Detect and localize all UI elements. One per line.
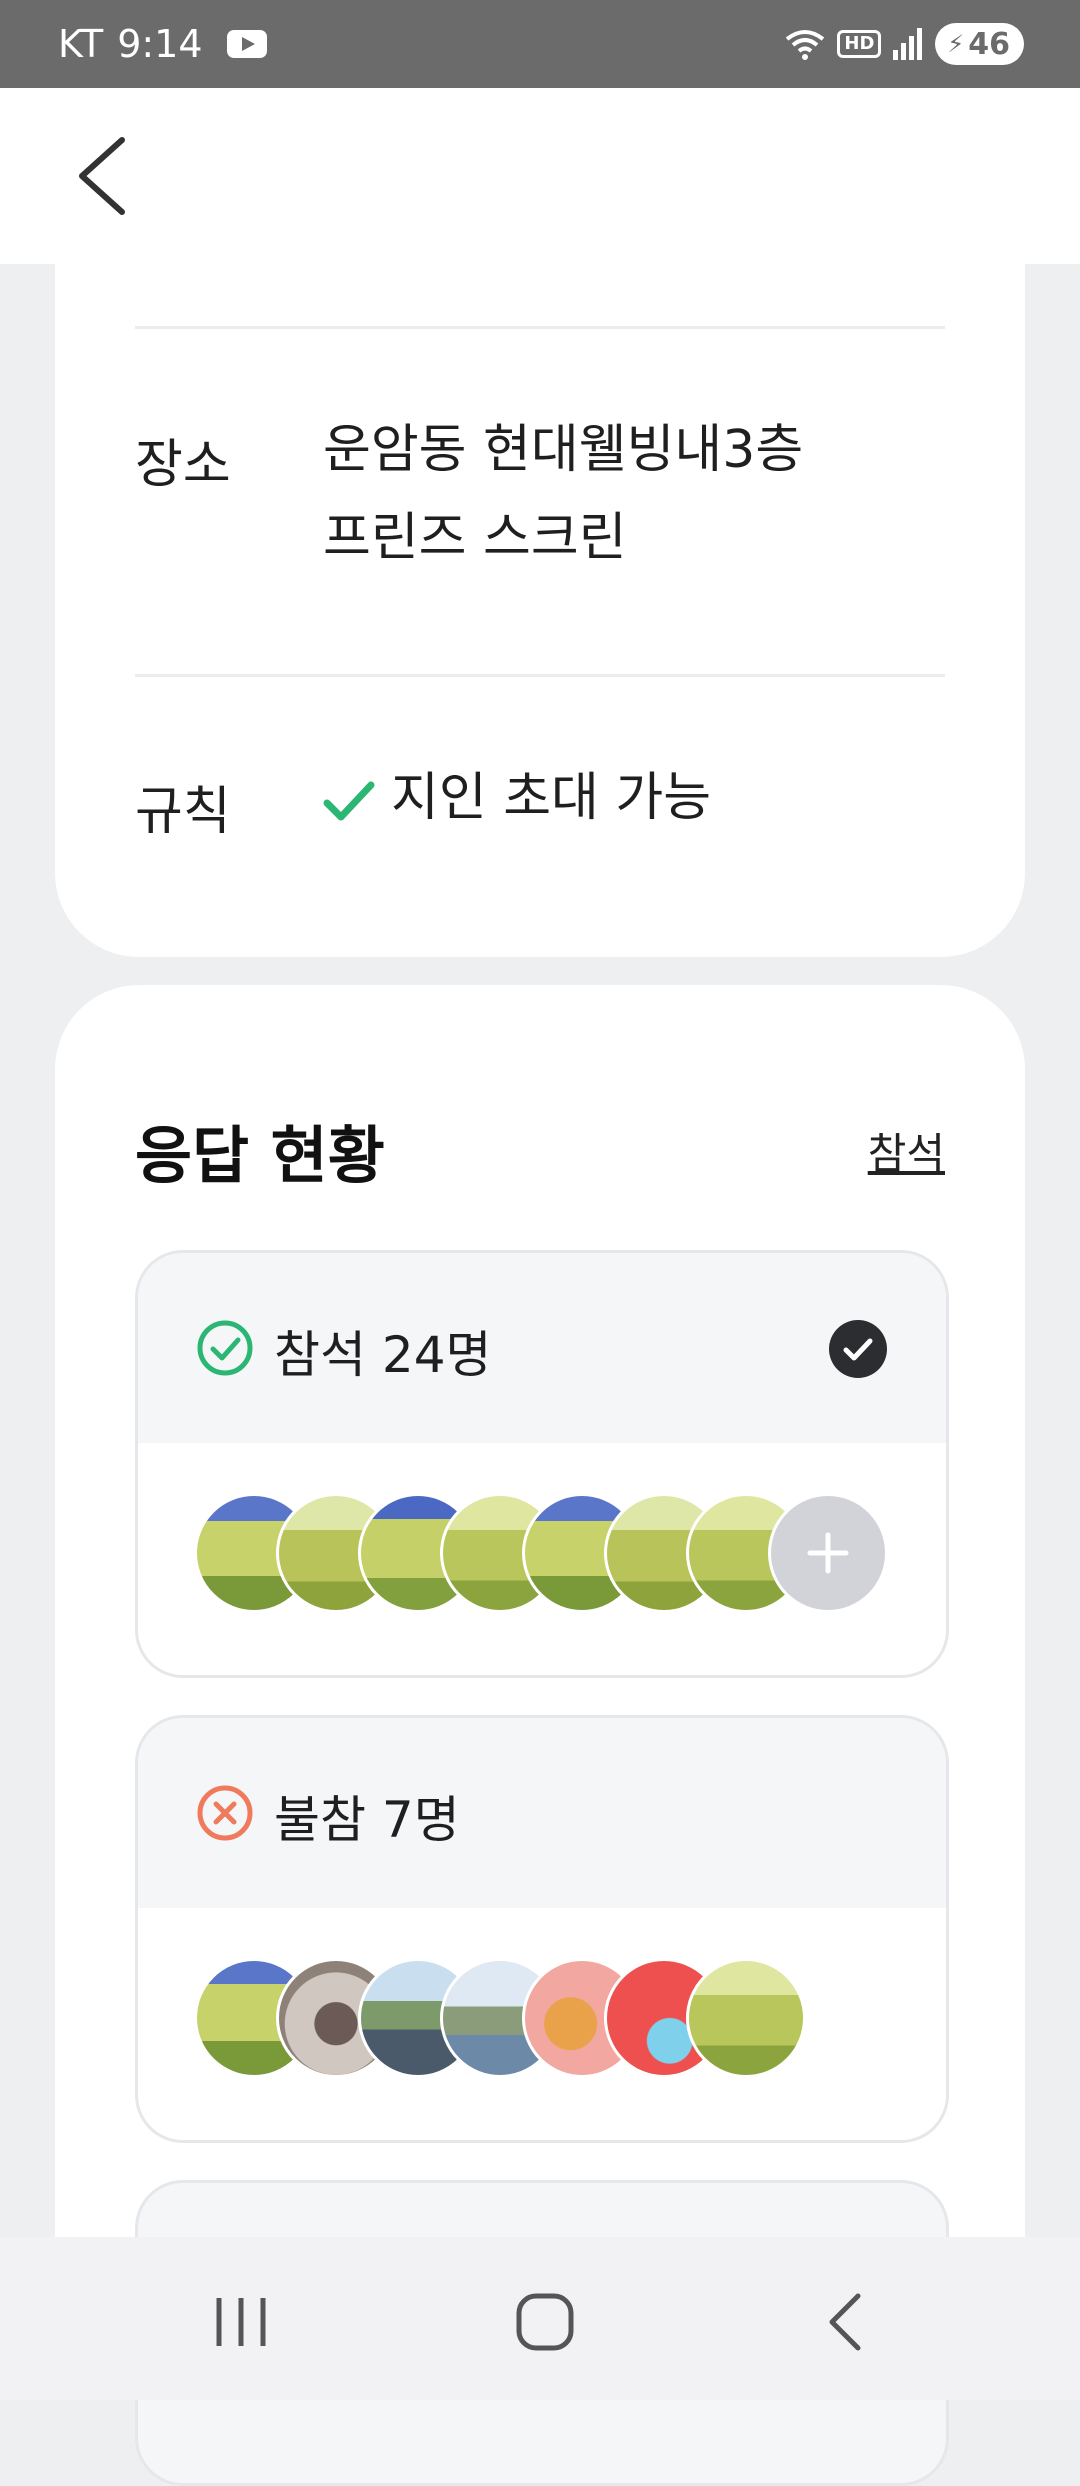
check-icon <box>323 781 375 821</box>
app-bar <box>0 88 1080 264</box>
battery-level: 46 <box>968 26 1010 62</box>
rule-label: 규칙 <box>135 782 231 842</box>
signal-icon <box>893 28 923 60</box>
divider <box>135 326 945 329</box>
home-button[interactable] <box>500 2277 590 2367</box>
place-line-1: 운암동 현대웰빙내3층 <box>323 420 804 480</box>
wifi-icon <box>786 30 825 60</box>
attend-count-label: 참석 24명 <box>274 1326 492 1384</box>
system-back-icon <box>829 2293 861 2351</box>
absent-x-circle-icon <box>197 1785 253 1841</box>
recent-apps-icon <box>216 2298 266 2346</box>
attend-check-circle-icon <box>197 1320 253 1376</box>
selected-check-icon[interactable] <box>828 1319 888 1379</box>
status-bar: KT 9:14 HD ⚡ 46 <box>0 0 1080 88</box>
rule-text: 지인 초대 가능 <box>391 768 712 828</box>
hd-voice-icon: HD <box>837 30 882 58</box>
attend-filter-link[interactable]: 참석 <box>868 1120 945 1181</box>
system-back-button[interactable] <box>800 2277 890 2367</box>
clock: 9:14 <box>117 22 203 66</box>
section-title: 응답 현황 <box>135 1119 385 1192</box>
more-attendees-button[interactable] <box>768 1493 888 1613</box>
absent-group[interactable]: 불참 7명 <box>135 1715 949 2143</box>
home-icon <box>516 2293 574 2351</box>
rule-value: 지인 초대 가능 <box>323 754 711 842</box>
system-navigation-bar <box>0 2237 1080 2400</box>
recent-apps-button[interactable] <box>196 2277 286 2367</box>
place-label: 장소 <box>135 435 231 495</box>
absent-count-label: 불참 7명 <box>274 1791 460 1849</box>
absent-group-header[interactable]: 불참 7명 <box>138 1718 946 1908</box>
divider <box>135 674 945 677</box>
back-button[interactable] <box>60 126 160 226</box>
charging-icon: ⚡ <box>947 30 965 58</box>
plus-icon <box>807 1532 849 1574</box>
youtube-notification-icon <box>226 30 267 58</box>
chevron-left-icon <box>79 137 125 215</box>
response-status-card: 응답 현황 참석 참석 24명 불참 7명 <box>55 985 1025 2486</box>
battery-indicator: ⚡ 46 <box>935 23 1024 65</box>
attend-group-header[interactable]: 참석 24명 <box>138 1253 946 1443</box>
meeting-info-card: 장소 운암동 현대웰빙내3층 프린즈 스크린 규칙 지인 초대 가능 <box>55 264 1025 957</box>
place-line-2: 프린즈 스크린 <box>323 508 627 568</box>
carrier-label: KT <box>58 22 104 66</box>
place-value: 운암동 현대웰빙내3층 프린즈 스크린 <box>323 406 803 582</box>
avatar[interactable] <box>686 1958 806 2078</box>
attend-group[interactable]: 참석 24명 <box>135 1250 949 1678</box>
